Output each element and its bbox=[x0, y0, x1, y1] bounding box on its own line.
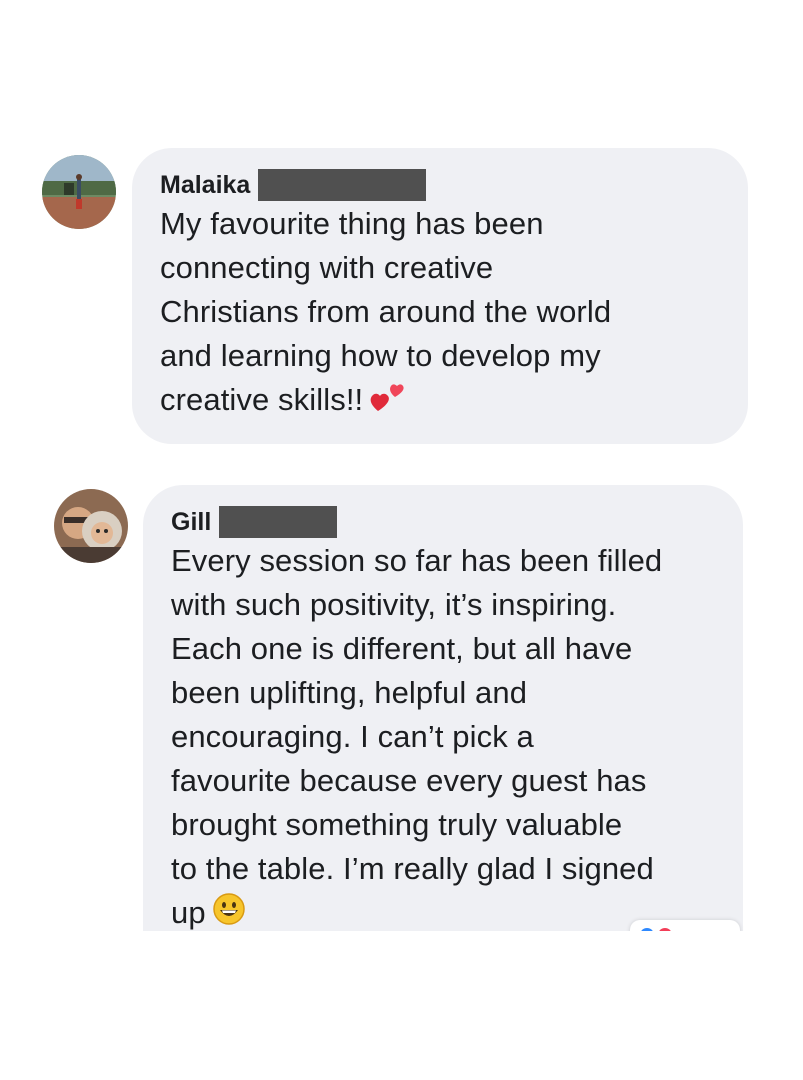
comment-line-last: creative skills!! bbox=[160, 378, 720, 425]
comment-line: brought something truly valuable bbox=[171, 807, 623, 842]
comment-line: been uplifting, helpful and bbox=[171, 675, 528, 710]
comment-line: with such positivity, it’s inspiring. bbox=[171, 587, 617, 622]
profile-photo bbox=[42, 155, 116, 229]
comment-text: Every session so far has been filled wit… bbox=[171, 539, 715, 938]
comment-bubble: Malaika My favourite thing has been conn… bbox=[132, 148, 748, 444]
comment-line: encouraging. I can’t pick a bbox=[171, 719, 534, 754]
profile-photo bbox=[54, 489, 128, 563]
cropped-area bbox=[0, 931, 803, 1080]
two-hearts-icon bbox=[369, 379, 405, 425]
comment-line: favourite because every guest has bbox=[171, 763, 647, 798]
redaction-box bbox=[258, 169, 427, 201]
comment-line: creative skills!! bbox=[160, 382, 364, 417]
author-row: Gill bbox=[171, 506, 715, 538]
comment-line: Every session so far has been filled bbox=[171, 543, 663, 578]
comment-line: up bbox=[171, 895, 206, 930]
comment-line: My favourite thing has been bbox=[160, 206, 544, 241]
avatar[interactable] bbox=[42, 155, 116, 229]
comment-line: Christians from around the world bbox=[160, 294, 612, 329]
author-row: Malaika bbox=[160, 169, 720, 201]
comment-line: to the table. I’m really glad I signed bbox=[171, 851, 654, 886]
comment-text: My favourite thing has been connecting w… bbox=[160, 202, 720, 425]
comment-line: and learning how to develop my bbox=[160, 338, 601, 373]
comment-line: Each one is different, but all have bbox=[171, 631, 633, 666]
author-name[interactable]: Gill bbox=[171, 507, 211, 537]
author-name[interactable]: Malaika bbox=[160, 170, 250, 200]
comment-line: connecting with creative bbox=[160, 250, 494, 285]
comment-bubble: Gill Every session so far has been fille… bbox=[143, 485, 743, 940]
avatar[interactable] bbox=[54, 489, 128, 563]
redaction-box bbox=[219, 506, 338, 538]
